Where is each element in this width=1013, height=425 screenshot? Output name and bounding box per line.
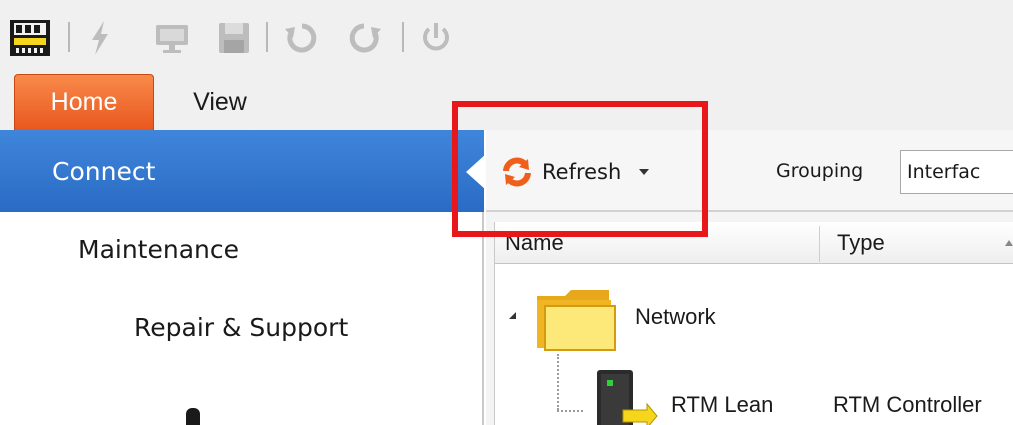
tree-row-rtm-lean[interactable]: RTM Lean RTM Controller bbox=[495, 370, 1013, 425]
ribbon-tab-strip: Home View bbox=[0, 74, 1013, 130]
chevron-down-icon[interactable] bbox=[639, 169, 650, 175]
device-icon bbox=[587, 370, 659, 425]
toolbar-separator bbox=[266, 22, 268, 52]
column-header-type[interactable]: Type bbox=[837, 230, 885, 256]
save-icon[interactable] bbox=[214, 18, 254, 58]
tree-row-label: Network bbox=[635, 304, 716, 329]
nav-item-partial bbox=[186, 408, 200, 425]
nav-item-maintenance[interactable]: Maintenance bbox=[78, 235, 239, 264]
content-pane: Refresh Grouping Interfac Name Type Netw… bbox=[486, 130, 1013, 425]
tree-row-type: RTM Controller bbox=[833, 392, 982, 417]
refresh-icon bbox=[500, 155, 534, 189]
toolbar-separator bbox=[402, 22, 404, 52]
monitor-icon[interactable] bbox=[152, 18, 192, 58]
tree-row-label: RTM Lean bbox=[671, 392, 774, 417]
toolbar-separator bbox=[68, 22, 70, 52]
grid-header: Name Type bbox=[495, 222, 1013, 264]
content-toolbar: Refresh Grouping Interfac bbox=[486, 130, 1013, 212]
tab-view[interactable]: View bbox=[170, 74, 270, 130]
left-navigation: Connect Maintenance Repair & Support bbox=[0, 130, 486, 425]
grouping-label: Grouping bbox=[776, 160, 864, 182]
column-divider[interactable] bbox=[819, 226, 820, 262]
tab-home[interactable]: Home bbox=[14, 74, 154, 130]
sort-arrow-icon bbox=[1005, 240, 1013, 246]
undo-icon[interactable] bbox=[282, 18, 322, 58]
power-icon[interactable] bbox=[416, 18, 456, 58]
lightning-icon[interactable] bbox=[86, 18, 114, 58]
nav-item-connect[interactable]: Connect bbox=[0, 130, 484, 212]
folder-icon bbox=[535, 288, 617, 352]
refresh-label: Refresh bbox=[542, 160, 622, 184]
redo-icon[interactable] bbox=[344, 18, 384, 58]
app-logo-icon[interactable] bbox=[8, 18, 52, 58]
grouping-select[interactable]: Interfac bbox=[900, 150, 1013, 194]
quick-access-toolbar bbox=[0, 0, 1013, 74]
expand-arrow-icon[interactable] bbox=[509, 312, 516, 319]
device-tree-grid: Name Type Network RTM Lean RTM Controlle… bbox=[494, 222, 1013, 425]
nav-item-repair-support[interactable]: Repair & Support bbox=[134, 313, 348, 342]
refresh-button[interactable]: Refresh bbox=[500, 152, 650, 192]
tree-row-network[interactable]: Network bbox=[495, 288, 1013, 352]
column-header-name[interactable]: Name bbox=[505, 230, 564, 256]
selected-indicator bbox=[466, 154, 486, 190]
